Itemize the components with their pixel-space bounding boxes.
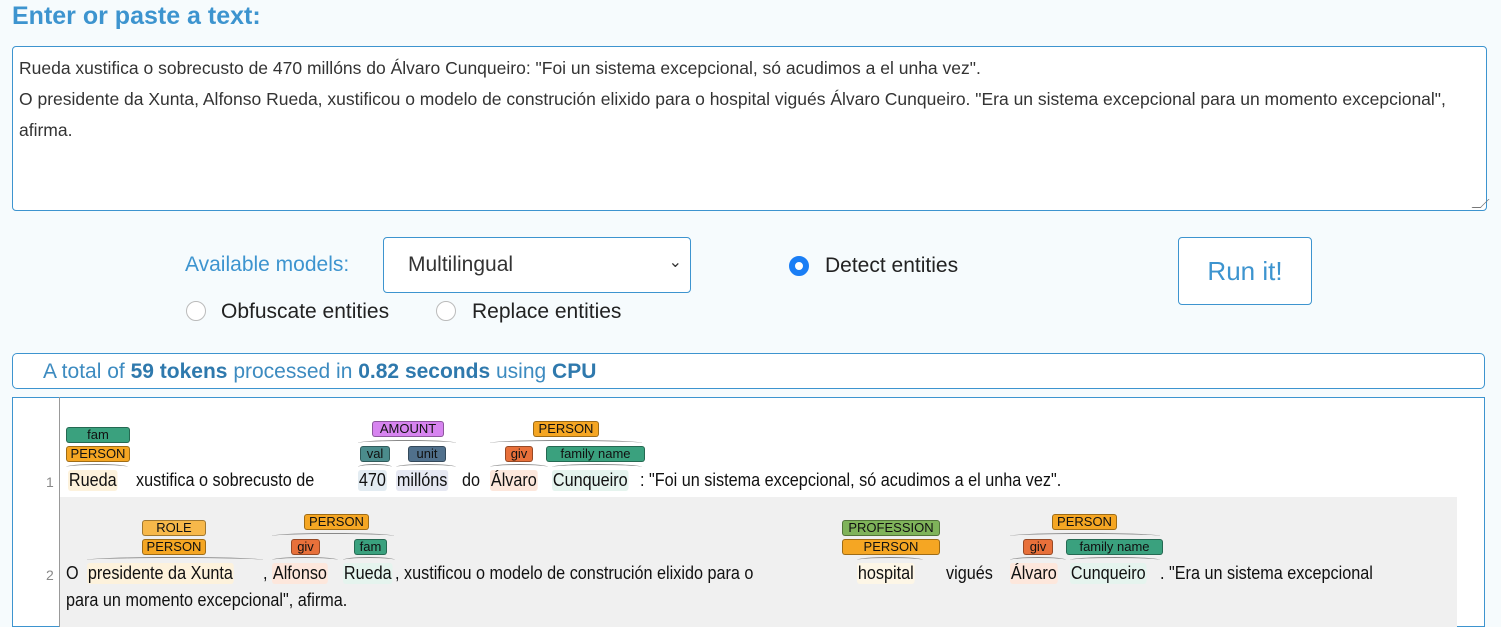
radio-detect-entities-label[interactable]: Detect entities bbox=[825, 254, 958, 278]
radio-detect-entities[interactable] bbox=[789, 256, 809, 276]
entity-span: Alfonso bbox=[272, 563, 328, 584]
text-span: : "Foi un sistema excepcional, só acudim… bbox=[640, 470, 1062, 490]
entity-label-fam: family name bbox=[546, 446, 645, 462]
entity-label-person: PERSON bbox=[66, 446, 130, 462]
summary-bar: A total of 59 tokens processed in 0.82 s… bbox=[12, 353, 1485, 389]
run-button[interactable]: Run it! bbox=[1178, 237, 1312, 305]
entity-span: Rueda bbox=[68, 470, 118, 491]
text-input[interactable]: Rueda xustifica o sobrecusto de 470 mill… bbox=[12, 46, 1487, 211]
entity-label-profession: PROFESSION bbox=[842, 520, 940, 536]
entity-span: Álvaro bbox=[1010, 563, 1058, 584]
entity-label-giv: giv bbox=[505, 446, 533, 462]
text-span: O bbox=[66, 563, 79, 583]
device: CPU bbox=[552, 360, 597, 383]
entity-label-person: PERSON bbox=[842, 539, 940, 555]
entity-label-val: val bbox=[360, 446, 390, 462]
entity-span: millóns bbox=[396, 470, 449, 491]
entity-span: Álvaro bbox=[490, 470, 538, 491]
entity-label-unit: unit bbox=[408, 446, 446, 462]
line-number: 2 bbox=[46, 567, 54, 583]
text-span: para un momento excepcional", afirma. bbox=[66, 590, 348, 610]
radio-obfuscate-entities-label[interactable]: Obfuscate entities bbox=[221, 300, 389, 324]
summary-text: A total of 59 tokens processed in 0.82 s… bbox=[43, 360, 597, 383]
entity-span: Cunqueiro bbox=[1070, 563, 1147, 584]
entity-span: presidente da Xunta bbox=[87, 563, 234, 584]
text-span: vigués bbox=[946, 563, 993, 583]
radio-obfuscate-entities[interactable] bbox=[186, 301, 206, 321]
model-select-value: Multilingual bbox=[408, 253, 514, 276]
entity-span: hospital bbox=[857, 563, 915, 584]
entity-label-amount: AMOUNT bbox=[372, 421, 444, 437]
entity-label-giv: giv bbox=[1023, 539, 1053, 555]
line-number: 1 bbox=[46, 474, 54, 490]
text-span: . "Era un sistema excepcional bbox=[1160, 563, 1373, 583]
model-select[interactable]: Multilingual ⌄ bbox=[383, 237, 691, 293]
entity-label-person: PERSON bbox=[1052, 514, 1117, 530]
entity-label-person: PERSON bbox=[533, 421, 599, 437]
entity-span: 470 bbox=[358, 470, 387, 491]
entity-label-role: ROLE bbox=[142, 520, 206, 536]
gutter-divider bbox=[59, 397, 60, 627]
text-span: xustifica o sobrecusto de bbox=[136, 470, 315, 490]
token-count: 59 tokens bbox=[130, 360, 228, 383]
chevron-down-icon: ⌄ bbox=[668, 252, 682, 271]
entity-label-person: PERSON bbox=[304, 514, 369, 530]
entity-label-person: PERSON bbox=[142, 539, 206, 555]
entity-span: Cunqueiro bbox=[552, 470, 629, 491]
processing-time: 0.82 seconds bbox=[358, 360, 491, 383]
entity-label-fam: fam bbox=[66, 427, 130, 443]
radio-replace-entities-label[interactable]: Replace entities bbox=[472, 300, 621, 324]
text-span: do bbox=[462, 470, 481, 490]
entity-label-giv: giv bbox=[291, 539, 320, 555]
page-title: Enter or paste a text: bbox=[12, 2, 261, 30]
text-span: , xustificou o modelo de construción eli… bbox=[395, 563, 754, 583]
entity-label-fam: fam bbox=[354, 539, 387, 555]
entity-span: Rueda bbox=[343, 563, 393, 584]
models-label: Available models: bbox=[185, 253, 350, 276]
text-span: , bbox=[263, 563, 268, 583]
entity-label-fam: family name bbox=[1066, 539, 1163, 555]
radio-replace-entities[interactable] bbox=[436, 301, 456, 321]
